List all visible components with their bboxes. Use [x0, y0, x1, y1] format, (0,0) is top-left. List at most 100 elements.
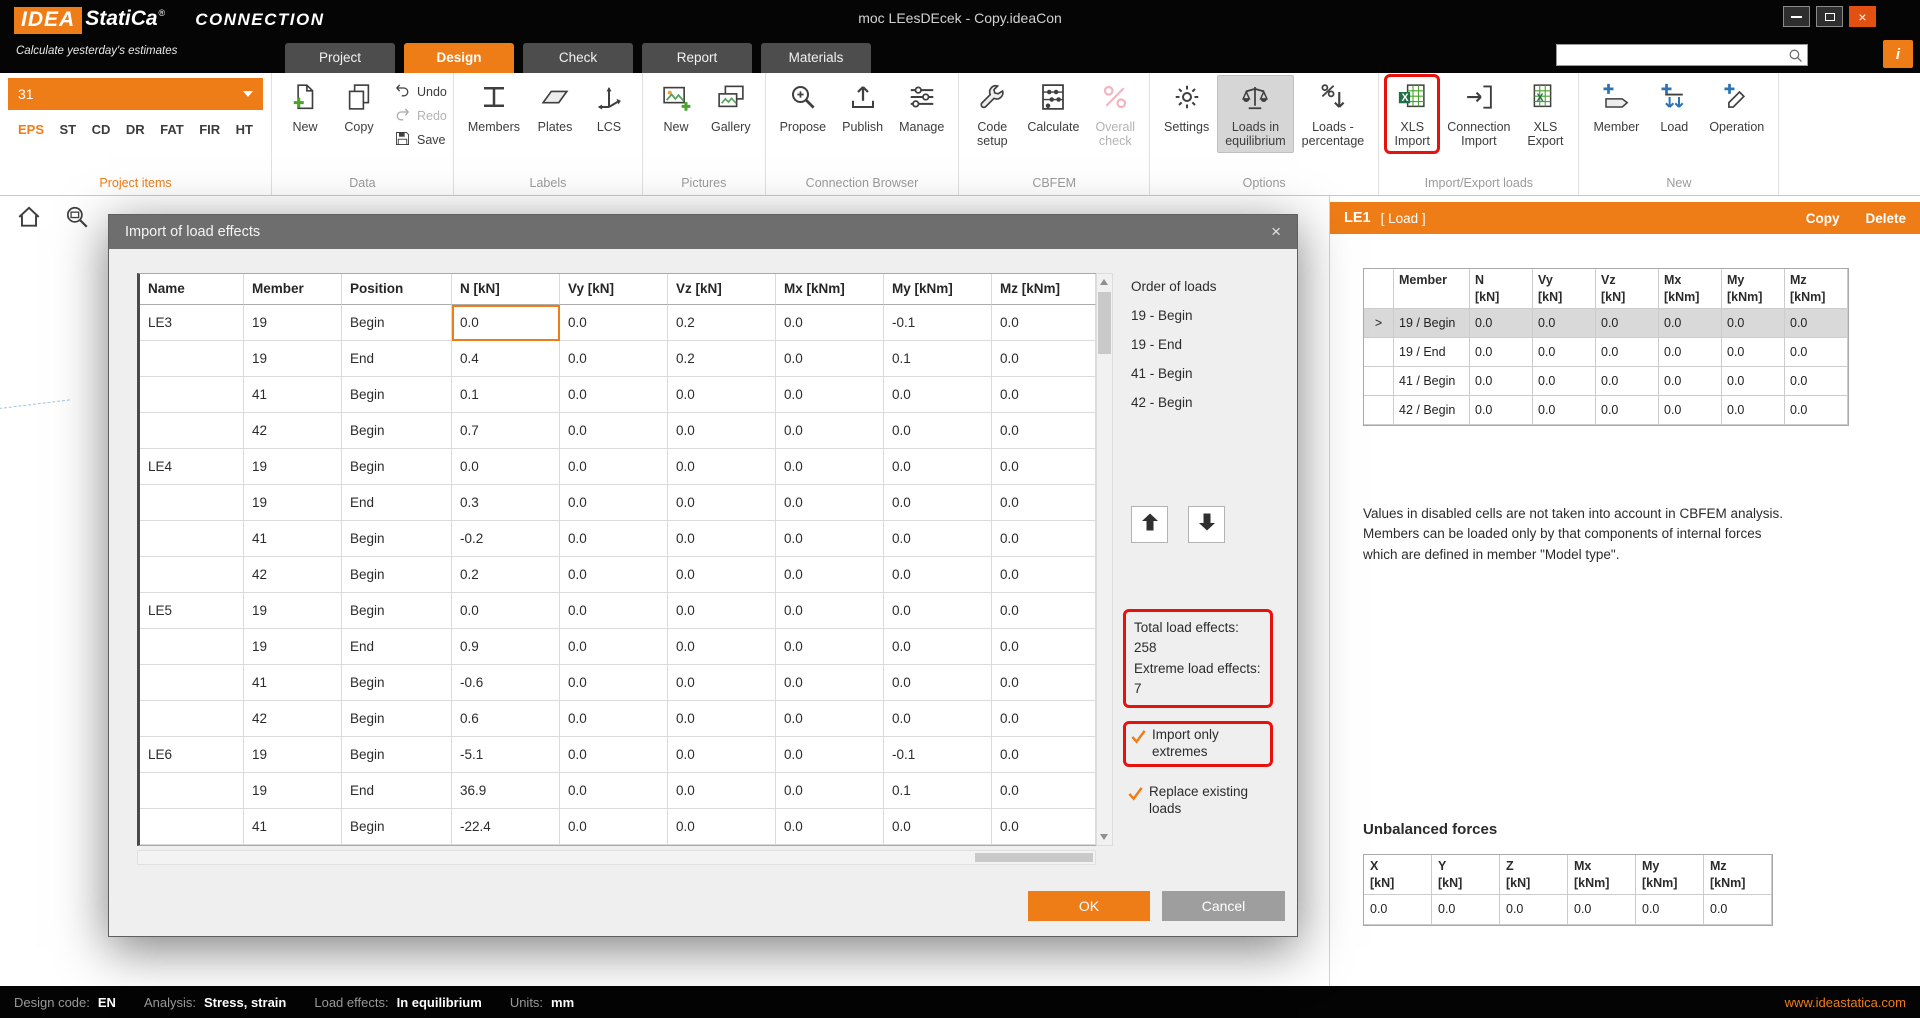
- table-cell[interactable]: 0.0: [884, 377, 992, 413]
- table-cell[interactable]: 0.0: [776, 341, 884, 377]
- table-cell[interactable]: 0.0: [668, 557, 776, 593]
- table-cell[interactable]: Begin: [342, 737, 452, 773]
- table-cell[interactable]: 0.0: [776, 809, 884, 845]
- table-cell[interactable]: 0.0: [992, 737, 1096, 773]
- table-cell[interactable]: Begin: [342, 449, 452, 485]
- table-cell[interactable]: 42: [244, 413, 342, 449]
- table-cell[interactable]: 0.0: [776, 737, 884, 773]
- info-button[interactable]: i: [1883, 40, 1913, 68]
- ok-button[interactable]: OK: [1028, 891, 1150, 921]
- value-cell[interactable]: 0.0: [1659, 367, 1722, 396]
- scroll-down-icon[interactable]: [1097, 829, 1112, 845]
- table-cell[interactable]: 41: [244, 809, 342, 845]
- tab-design[interactable]: Design: [404, 43, 514, 73]
- table-cell[interactable]: 0.0: [776, 521, 884, 557]
- value-cell[interactable]: 0.0: [1722, 367, 1785, 396]
- table-cell[interactable]: -5.1: [452, 737, 560, 773]
- home-button[interactable]: [14, 204, 44, 234]
- ribbon-button-copy[interactable]: Copy: [332, 75, 386, 138]
- table-cell[interactable]: 0.0: [668, 629, 776, 665]
- ribbon-button-operation[interactable]: Operation: [1701, 75, 1772, 138]
- table-cell[interactable]: 0.0: [668, 737, 776, 773]
- ribbon-button-redo[interactable]: Redo: [394, 106, 447, 126]
- load-case-name-cell[interactable]: [140, 521, 244, 557]
- table-cell[interactable]: 0.1: [884, 773, 992, 809]
- table-cell[interactable]: 42: [244, 557, 342, 593]
- table-cell[interactable]: 19: [244, 737, 342, 773]
- table-cell[interactable]: End: [342, 773, 452, 809]
- ribbon-button-new[interactable]: New: [278, 75, 332, 138]
- load-case-name-cell[interactable]: LE6: [140, 737, 244, 773]
- load-case-name-cell[interactable]: LE4: [140, 449, 244, 485]
- table-cell[interactable]: 0.0: [884, 701, 992, 737]
- ribbon-button-load[interactable]: Load: [1647, 75, 1701, 138]
- table-cell[interactable]: Begin: [342, 593, 452, 629]
- table-cell[interactable]: End: [342, 341, 452, 377]
- scrollbar-thumb[interactable]: [975, 853, 1093, 862]
- order-of-loads-item[interactable]: 42 - Begin: [1131, 395, 1287, 410]
- ribbon-button-propose[interactable]: Propose: [772, 75, 835, 138]
- move-up-button[interactable]: [1131, 506, 1168, 543]
- table-cell[interactable]: 0.0: [884, 593, 992, 629]
- table-cell[interactable]: 0.0: [668, 413, 776, 449]
- load-case-name-cell[interactable]: [140, 485, 244, 521]
- table-cell[interactable]: 0.0: [668, 377, 776, 413]
- search-input[interactable]: [1557, 45, 1783, 65]
- value-cell[interactable]: 0.0: [1596, 338, 1659, 367]
- scrollbar-thumb[interactable]: [1098, 292, 1111, 354]
- scroll-up-icon[interactable]: [1097, 274, 1112, 290]
- ribbon-button-plates[interactable]: Plates: [528, 75, 582, 138]
- load-case-name-cell[interactable]: [140, 377, 244, 413]
- table-cell[interactable]: 0.0: [776, 773, 884, 809]
- table-cell[interactable]: -0.1: [884, 305, 992, 341]
- ribbon-button-manage[interactable]: Manage: [891, 75, 952, 138]
- checkbox-import-only-extremes[interactable]: Import only extremes: [1123, 721, 1273, 767]
- value-cell[interactable]: 0.0: [1596, 396, 1659, 425]
- table-cell[interactable]: 0.0: [992, 701, 1096, 737]
- table-cell[interactable]: 0.2: [668, 341, 776, 377]
- table-cell[interactable]: 0.0: [560, 737, 668, 773]
- value-cell[interactable]: 0.0: [1470, 338, 1533, 367]
- cancel-button[interactable]: Cancel: [1162, 891, 1285, 921]
- table-cell[interactable]: 19: [244, 341, 342, 377]
- row-selector[interactable]: >: [1364, 309, 1394, 338]
- table-cell[interactable]: 0.0: [560, 629, 668, 665]
- table-cell[interactable]: 0.0: [560, 593, 668, 629]
- load-case-name-cell[interactable]: [140, 557, 244, 593]
- filter-fat[interactable]: FAT: [160, 122, 184, 137]
- table-cell[interactable]: 0.0: [668, 485, 776, 521]
- value-cell[interactable]: 0.0: [1659, 338, 1722, 367]
- table-cell[interactable]: 0.0: [668, 593, 776, 629]
- checkbox-replace-existing-loads[interactable]: Replace existing loads: [1123, 780, 1273, 822]
- table-cell[interactable]: End: [342, 629, 452, 665]
- tab-project[interactable]: Project: [285, 43, 395, 73]
- ribbon-button-code-setup[interactable]: Code setup: [965, 75, 1019, 153]
- table-cell[interactable]: 0.0: [992, 593, 1096, 629]
- website-link[interactable]: www.ideastatica.com: [1785, 995, 1906, 1010]
- project-item-dropdown[interactable]: 31: [8, 78, 263, 110]
- ribbon-button-save[interactable]: Save: [394, 130, 447, 150]
- table-cell[interactable]: 0.0: [560, 557, 668, 593]
- table-cell[interactable]: -0.6: [452, 665, 560, 701]
- ribbon-button-undo[interactable]: Undo: [394, 82, 447, 102]
- tab-materials[interactable]: Materials: [761, 43, 871, 73]
- table-cell[interactable]: Begin: [342, 377, 452, 413]
- maximize-button[interactable]: [1816, 6, 1843, 27]
- member-cell[interactable]: 41 / Begin: [1394, 367, 1470, 396]
- close-button[interactable]: ×: [1849, 6, 1876, 27]
- load-case-name-cell[interactable]: LE3: [140, 305, 244, 341]
- ribbon-button-lcs[interactable]: LCS: [582, 75, 636, 138]
- table-cell[interactable]: 0.0: [560, 665, 668, 701]
- move-down-button[interactable]: [1188, 506, 1225, 543]
- member-cell[interactable]: 19 / Begin: [1394, 309, 1470, 338]
- row-selector[interactable]: [1364, 367, 1394, 396]
- table-cell[interactable]: 0.0: [560, 341, 668, 377]
- ribbon-button-gallery[interactable]: Gallery: [703, 75, 759, 138]
- table-cell[interactable]: 0.0: [452, 305, 560, 341]
- table-cell[interactable]: 0.1: [452, 377, 560, 413]
- table-cell[interactable]: 0.0: [452, 593, 560, 629]
- table-cell[interactable]: -0.1: [884, 737, 992, 773]
- table-cell[interactable]: 0.4: [452, 341, 560, 377]
- filter-fir[interactable]: FIR: [199, 122, 220, 137]
- load-case-name-cell[interactable]: [140, 809, 244, 845]
